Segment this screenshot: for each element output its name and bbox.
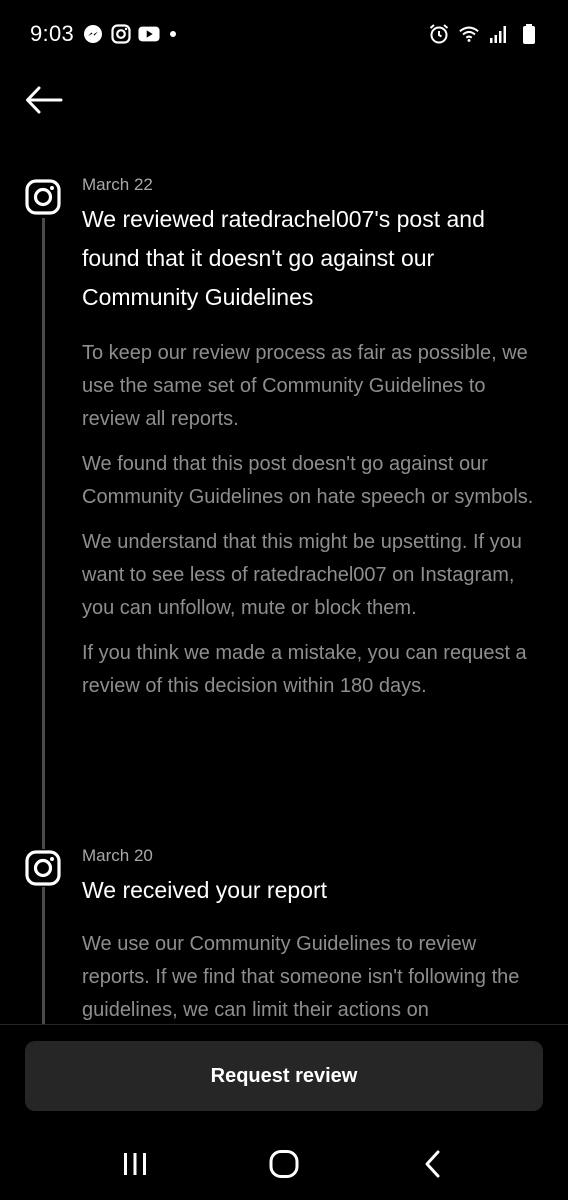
dot-icon — [166, 23, 180, 45]
screen: 9:03 March 22 We reviewed ratedrachel007… — [0, 0, 568, 1200]
wifi-icon — [458, 23, 480, 45]
messenger-icon — [82, 23, 104, 45]
entry-paragraph: We use our Community Guidelines to revie… — [82, 933, 520, 1021]
alarm-icon — [428, 23, 450, 45]
home-icon — [268, 1149, 300, 1184]
entry-paragraph: We understand that this might be upsetti… — [82, 531, 522, 619]
recent-apps-button[interactable] — [105, 1141, 165, 1191]
entry-title: We reviewed ratedrachel007's post and fo… — [82, 206, 485, 310]
status-left-icons — [82, 23, 180, 45]
instagram-icon — [110, 23, 132, 45]
entry-paragraph: To keep our review process as fair as po… — [82, 342, 528, 430]
status-right-icons — [428, 23, 540, 45]
entry-paragraph: We found that this post doesn't go again… — [82, 453, 534, 508]
entry-date: March 20 — [82, 846, 153, 865]
status-bar: 9:03 — [0, 0, 568, 68]
timeline-line — [42, 218, 45, 1024]
instagram-icon — [24, 849, 62, 887]
back-button[interactable] — [20, 80, 68, 124]
arrow-left-icon — [24, 85, 64, 120]
recent-apps-icon — [121, 1151, 149, 1182]
back-nav-button[interactable] — [403, 1141, 463, 1191]
entry-paragraph: If you think we made a mistake, you can … — [82, 642, 527, 697]
instagram-icon — [24, 178, 62, 216]
bottom-action-bar: Request review — [0, 1024, 568, 1132]
status-time: 9:03 — [30, 21, 75, 46]
request-review-button[interactable]: Request review — [25, 1041, 543, 1111]
signal-icon — [488, 23, 510, 45]
home-button[interactable] — [254, 1141, 314, 1191]
youtube-icon — [138, 23, 160, 45]
timeline-entry: March 20 We received your report We use … — [82, 845, 542, 1027]
battery-icon — [518, 23, 540, 45]
entry-date: March 22 — [82, 175, 153, 194]
chevron-left-icon — [421, 1149, 445, 1184]
navigation-bar — [0, 1132, 568, 1200]
timeline-entry: March 22 We reviewed ratedrachel007's po… — [82, 174, 542, 703]
entry-title: We received your report — [82, 877, 328, 903]
